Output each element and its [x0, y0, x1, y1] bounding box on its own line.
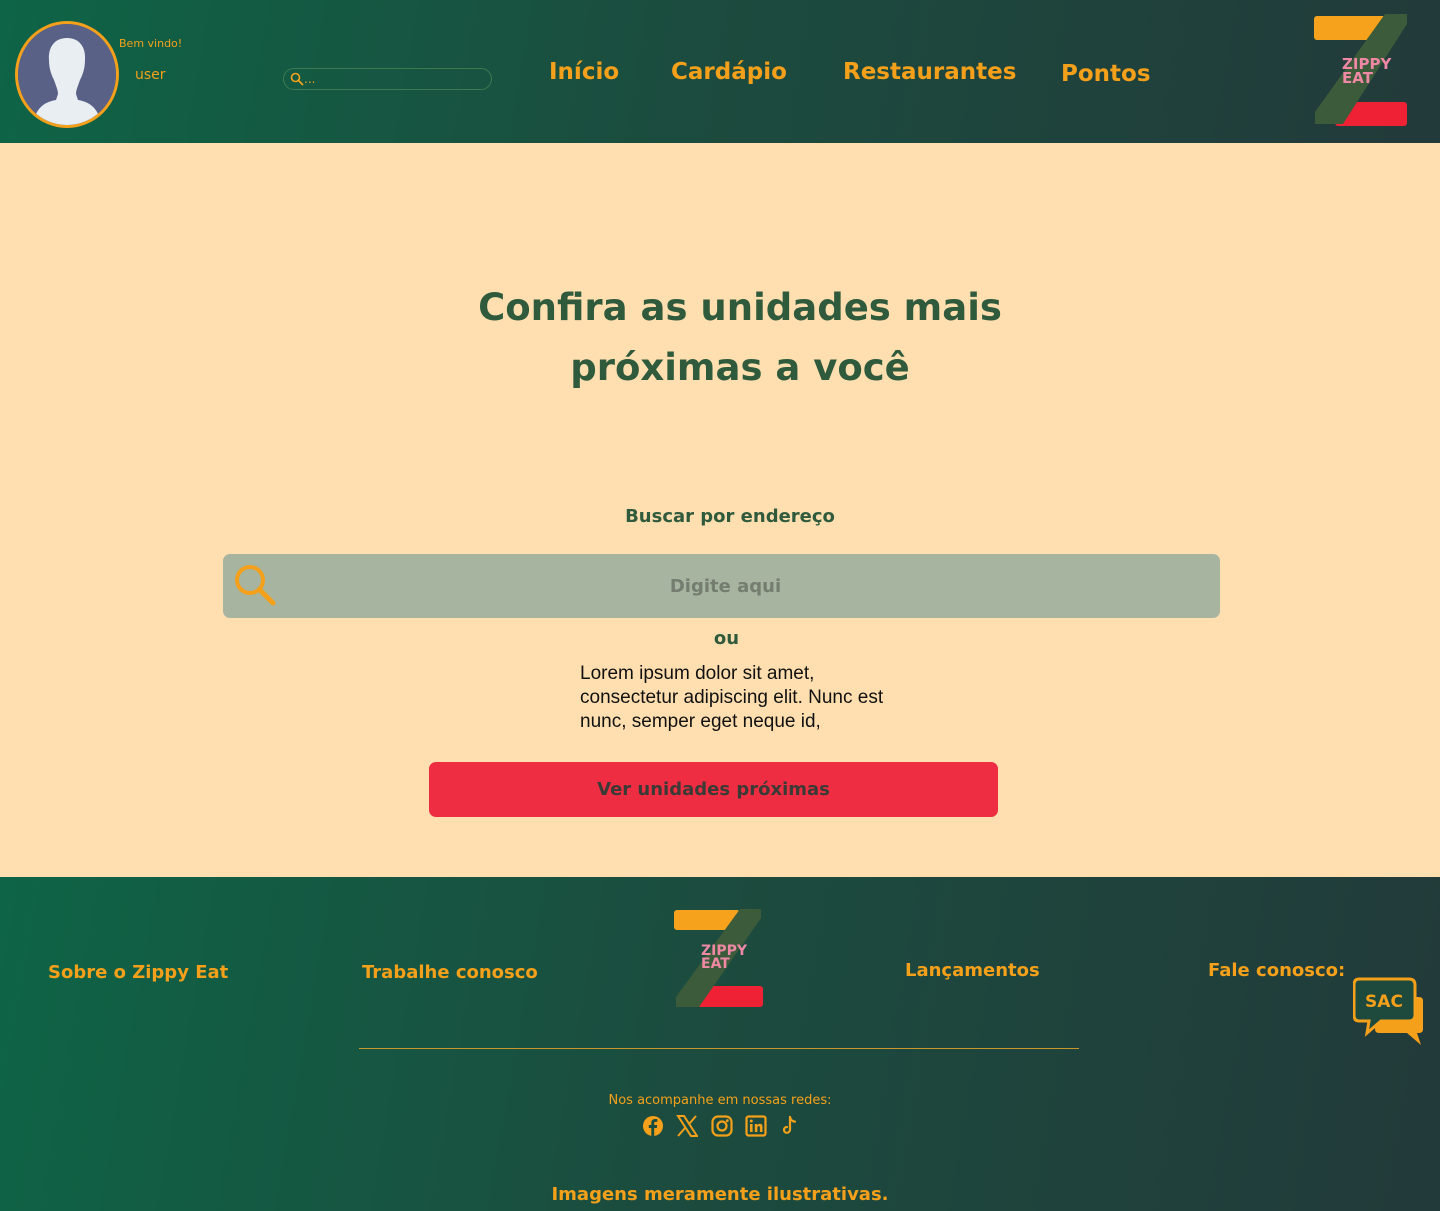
disclaimer-text: Imagens meramente ilustrativas. — [551, 1184, 889, 1205]
sac-chat-icon: SAC — [1352, 977, 1423, 1045]
see-nearby-units-button[interactable]: Ver unidades próximas — [429, 762, 998, 817]
description-text: Lorem ipsum dolor sit amet, consectetur … — [580, 663, 884, 732]
address-search-input[interactable] — [283, 568, 1168, 604]
footer-logo-text: ZIPPY EAT — [701, 943, 748, 972]
nav-cardapio[interactable]: Cardápio — [671, 59, 787, 85]
footer-link-about[interactable]: Sobre o Zippy Eat — [48, 962, 228, 983]
instagram-icon[interactable] — [711, 1115, 733, 1137]
sac-chat-button[interactable]: SAC — [1352, 977, 1425, 1051]
search-label: Buscar por endereço — [625, 506, 835, 527]
page-title: Confira as unidades mais próximas a você — [478, 286, 1002, 389]
user-silhouette-icon — [18, 24, 116, 125]
site-header: Bem vindo! user Início Cardápio Restaura… — [0, 0, 1440, 143]
header-search-input[interactable] — [304, 71, 484, 87]
username: user — [135, 67, 166, 83]
logo-text: ZIPPY EAT — [1342, 55, 1392, 87]
facebook-icon[interactable] — [642, 1115, 664, 1137]
nav-pontos[interactable]: Pontos — [1061, 61, 1151, 87]
footer-link-launches[interactable]: Lançamentos — [905, 960, 1040, 981]
social-label: Nos acompanhe em nossas redes: — [608, 1093, 832, 1108]
footer-link-careers[interactable]: Trabalhe conosco — [362, 962, 538, 983]
or-divider-text: ou — [713, 628, 740, 649]
tiktok-icon[interactable] — [779, 1115, 801, 1137]
footer-logo[interactable]: ZIPPY EAT — [674, 909, 764, 1009]
linkedin-icon[interactable] — [745, 1115, 767, 1137]
site-footer: Sobre o Zippy Eat Trabalhe conosco ZIPPY… — [0, 877, 1440, 1211]
sac-label: SAC — [1365, 992, 1403, 1012]
footer-divider — [359, 1048, 1079, 1049]
welcome-text: Bem vindo! — [119, 37, 183, 50]
nav-restaurantes[interactable]: Restaurantes — [843, 59, 1016, 85]
avatar[interactable] — [15, 21, 119, 128]
search-icon — [235, 565, 276, 606]
nav-inicio[interactable]: Início — [549, 59, 619, 85]
footer-link-contact[interactable]: Fale conosco: — [1208, 960, 1345, 981]
x-icon[interactable] — [676, 1115, 699, 1137]
zippy-eat-logo[interactable]: ZIPPY EAT — [1313, 14, 1409, 126]
address-search[interactable] — [223, 554, 1220, 618]
search-icon — [290, 72, 304, 86]
header-search[interactable] — [283, 68, 492, 90]
